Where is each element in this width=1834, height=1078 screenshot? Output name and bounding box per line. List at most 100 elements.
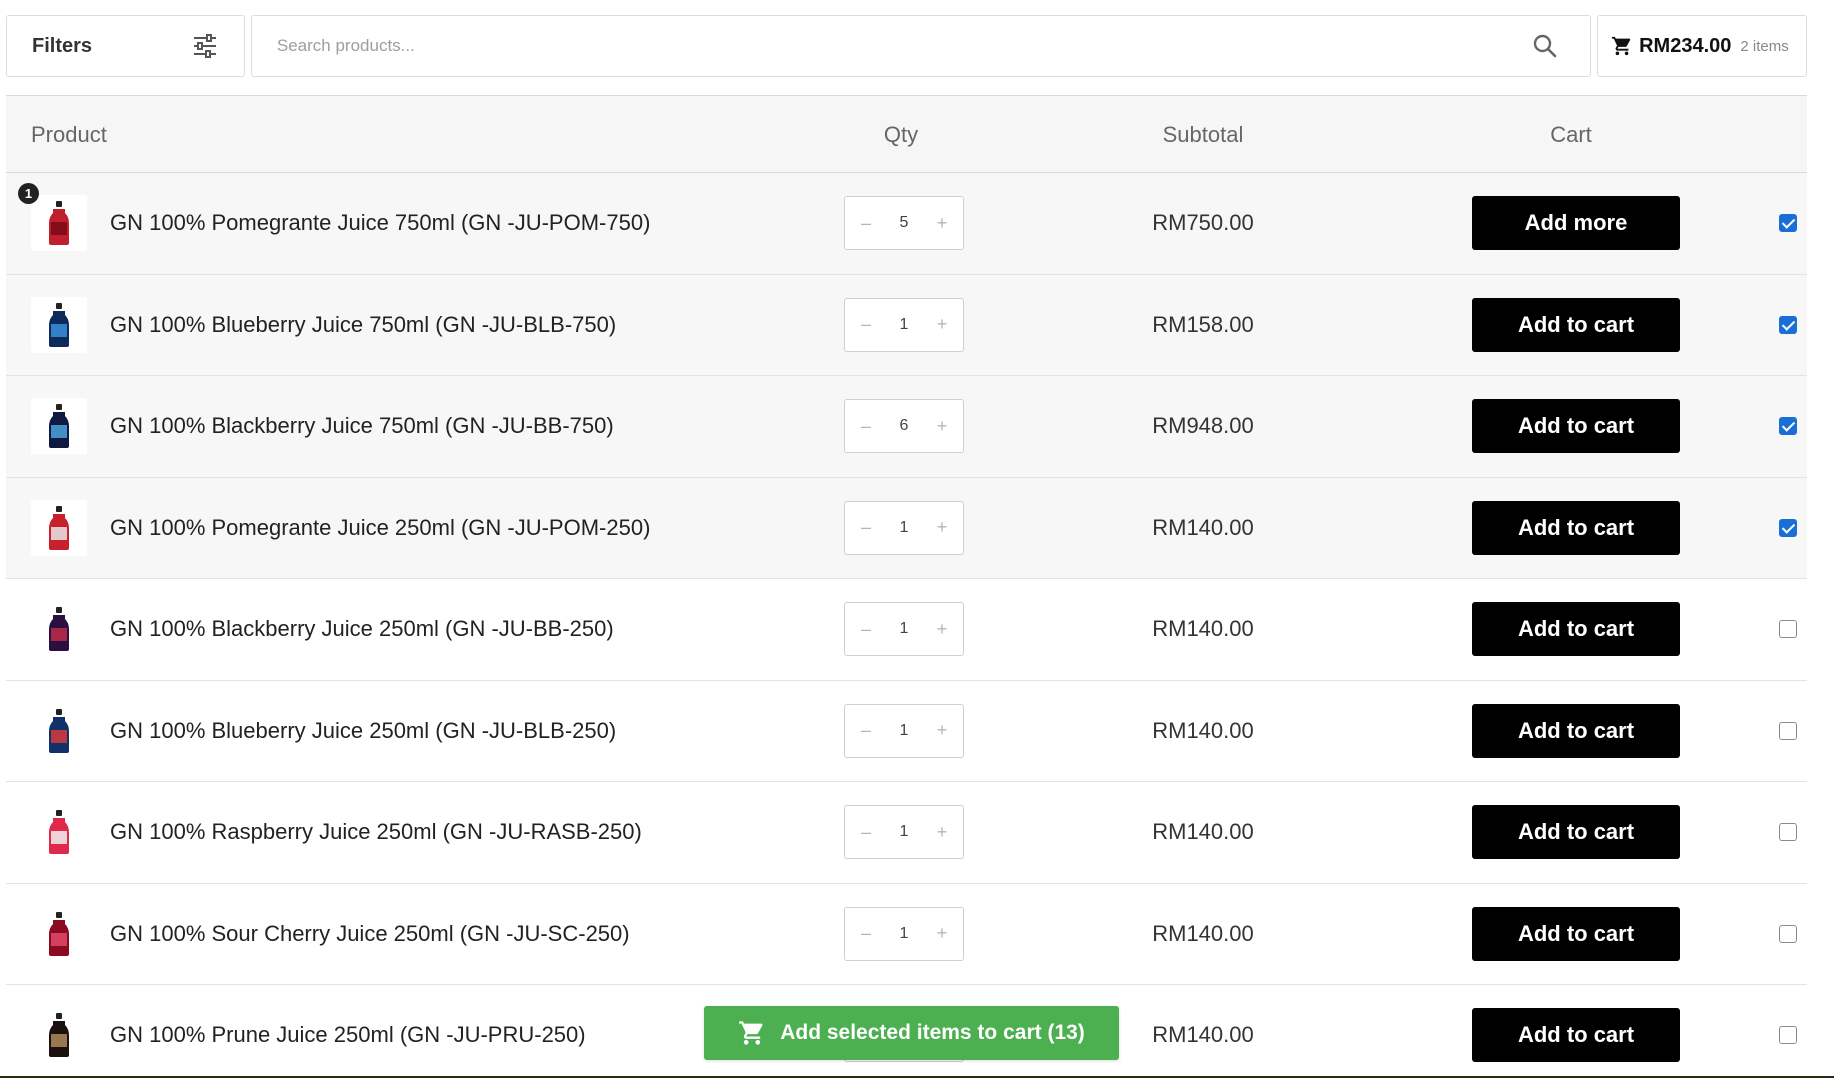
increment-button[interactable]: + <box>931 720 953 741</box>
select-checkbox[interactable] <box>1779 823 1797 841</box>
increment-button[interactable]: + <box>931 213 953 234</box>
quantity-value[interactable]: 1 <box>884 823 924 841</box>
select-checkbox[interactable] <box>1779 417 1797 435</box>
product-image <box>31 702 87 759</box>
select-checkbox[interactable] <box>1779 518 1797 537</box>
select-checkbox[interactable] <box>1779 620 1797 638</box>
decrement-button[interactable]: – <box>855 923 877 944</box>
decrement-button[interactable]: – <box>855 720 877 741</box>
product-table: Product Qty Subtotal Cart 1 GN 100% Pomeg… <box>6 95 1807 1078</box>
add-selected-button[interactable]: Add selected items to cart (13) <box>704 1006 1119 1060</box>
increment-button[interactable]: + <box>931 822 953 843</box>
row-subtotal: RM140.00 <box>1152 717 1254 743</box>
row-subtotal: RM140.00 <box>1152 514 1254 540</box>
add-to-cart-button[interactable]: Add to cart <box>1472 297 1680 352</box>
select-checkbox[interactable] <box>1779 315 1797 334</box>
product-name: GN 100% Blueberry Juice 250ml (GN -JU-BL… <box>110 717 617 743</box>
row-subtotal: RM158.00 <box>1152 311 1254 337</box>
select-checkbox[interactable] <box>1779 721 1797 740</box>
decrement-button[interactable]: – <box>855 619 877 640</box>
product-image <box>31 499 87 556</box>
table-body: 1 GN 100% Pomegrante Juice 750ml (GN -JU-… <box>6 173 1807 1078</box>
decrement-button[interactable]: – <box>855 416 877 437</box>
quantity-stepper: –1 + <box>844 703 964 758</box>
add-to-cart-button[interactable]: Add to cart <box>1472 906 1680 961</box>
product-image <box>31 398 87 454</box>
header-subtotal: Subtotal <box>1162 122 1244 147</box>
select-checkbox[interactable] <box>1779 924 1797 943</box>
cart-total: RM234.00 <box>1639 34 1732 57</box>
quantity-stepper: –6 + <box>844 399 964 453</box>
top-bar: Filters RM234.00 2 items <box>6 15 1807 77</box>
decrement-button[interactable]: – <box>855 517 877 538</box>
add-to-cart-button[interactable]: Add to cart <box>1472 500 1680 555</box>
bottle-image <box>49 505 69 550</box>
row-subtotal: RM140.00 <box>1152 819 1254 844</box>
cart-icon <box>739 1021 763 1045</box>
bottle-image <box>49 810 69 854</box>
header-product: Product <box>31 122 107 147</box>
quantity-stepper: –1 + <box>844 906 964 961</box>
sliders-icon <box>193 34 216 58</box>
table-row: GN 100% Blueberry Juice 750ml (GN -JU-BL… <box>6 274 1807 376</box>
add-to-cart-button[interactable]: Add to cart <box>1472 805 1680 859</box>
increment-button[interactable]: + <box>931 517 953 538</box>
search-box <box>250 15 1592 77</box>
select-checkbox[interactable] <box>1779 214 1797 232</box>
quantity-value[interactable]: 6 <box>884 417 924 435</box>
decrement-button[interactable]: – <box>855 822 877 843</box>
quantity-value[interactable]: 1 <box>884 316 924 334</box>
product-name: GN 100% Prune Juice 250ml (GN -JU-PRU-25… <box>110 1022 586 1047</box>
quantity-stepper: –1 + <box>844 805 964 859</box>
add-to-cart-button[interactable]: Add more <box>1472 196 1680 250</box>
add-selected-label: Add selected items to cart (13) <box>780 1021 1085 1044</box>
row-subtotal: RM140.00 <box>1152 920 1254 946</box>
table-row: GN 100% Blackberry Juice 750ml (GN -JU-B… <box>6 376 1807 478</box>
product-name: GN 100% Blackberry Juice 250ml (GN -JU-B… <box>110 616 614 641</box>
cart-item-count: 2 items <box>1740 37 1789 55</box>
filters-label: Filters <box>32 34 93 57</box>
table-header: Product Qty Subtotal Cart <box>6 95 1807 173</box>
quantity-value[interactable]: 1 <box>884 722 924 740</box>
product-image <box>31 804 87 860</box>
table-row: GN 100% Raspberry Juice 250ml (GN -JU-RA… <box>6 782 1807 884</box>
product-name: GN 100% Raspberry Juice 250ml (GN -JU-RA… <box>110 819 642 844</box>
row-subtotal: RM750.00 <box>1152 210 1254 235</box>
bottle-image <box>49 708 69 753</box>
quantity-value[interactable]: 1 <box>884 519 924 537</box>
row-subtotal: RM140.00 <box>1152 616 1254 641</box>
search-input[interactable] <box>276 36 1533 56</box>
decrement-button[interactable]: – <box>855 213 877 234</box>
select-checkbox[interactable] <box>1779 1026 1797 1044</box>
header-cart: Cart <box>1550 122 1592 147</box>
add-to-cart-button[interactable]: Add to cart <box>1472 602 1680 656</box>
product-image <box>31 296 87 353</box>
add-to-cart-button[interactable]: Add to cart <box>1472 703 1680 758</box>
quantity-stepper: –1 + <box>844 297 964 352</box>
quantity-badge: 1 <box>18 183 39 204</box>
increment-button[interactable]: + <box>931 923 953 944</box>
product-name: GN 100% Pomegrante Juice 250ml (GN -JU-P… <box>110 514 651 540</box>
header-qty: Qty <box>883 122 919 147</box>
add-to-cart-button[interactable]: Add to cart <box>1472 1008 1680 1062</box>
product-name: GN 100% Pomegrante Juice 750ml (GN -JU-P… <box>110 210 651 235</box>
product-name: GN 100% Sour Cherry Juice 250ml (GN -JU-… <box>110 920 630 946</box>
product-image <box>31 905 87 962</box>
bottle-image <box>49 607 69 651</box>
cart-summary[interactable]: RM234.00 2 items <box>1597 15 1807 77</box>
bottle-image <box>49 1013 69 1057</box>
bottle-image <box>49 404 69 448</box>
filters-button[interactable]: Filters <box>6 15 245 77</box>
quantity-stepper: –1 + <box>844 602 964 656</box>
increment-button[interactable]: + <box>931 619 953 640</box>
decrement-button[interactable]: – <box>855 314 877 335</box>
quantity-value[interactable]: 5 <box>884 214 924 232</box>
quantity-value[interactable]: 1 <box>884 620 924 638</box>
increment-button[interactable]: + <box>931 314 953 335</box>
add-to-cart-button[interactable]: Add to cart <box>1472 399 1680 453</box>
search-icon[interactable] <box>1532 33 1558 59</box>
quantity-value[interactable]: 1 <box>884 925 924 943</box>
quantity-stepper: –5 + <box>844 196 964 250</box>
increment-button[interactable]: + <box>931 416 953 437</box>
table-row: GN 100% Pomegrante Juice 250ml (GN -JU-P… <box>6 477 1807 579</box>
